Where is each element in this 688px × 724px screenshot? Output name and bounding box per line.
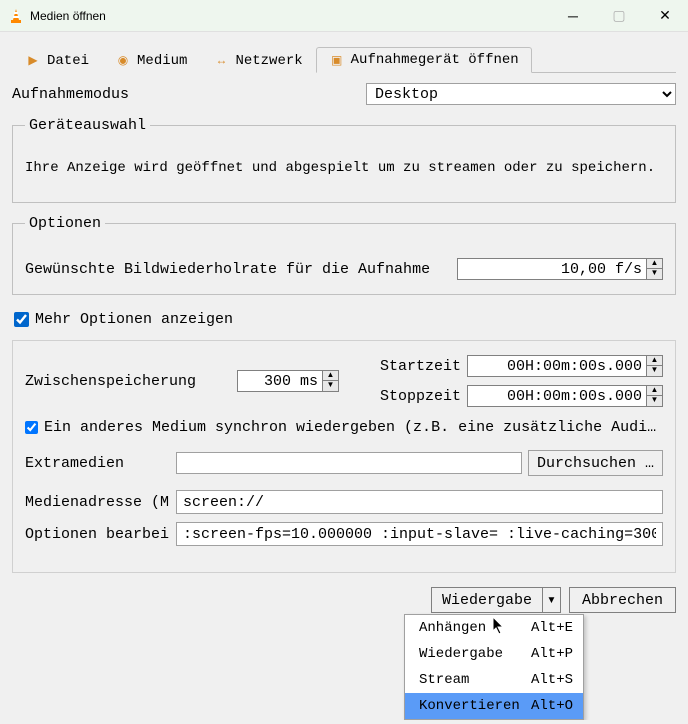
- start-time-label: Startzeit: [380, 358, 461, 375]
- tab-label: Aufnahmegerät öffnen: [351, 52, 519, 68]
- dropdown-item-convert[interactable]: KonvertierenAlt+O: [405, 693, 583, 719]
- tab-label: Medium: [137, 53, 187, 69]
- file-icon: ▶: [25, 53, 41, 69]
- sync-play-checkbox[interactable]: [25, 421, 38, 434]
- extra-media-label: Extramedien: [25, 455, 170, 472]
- play-dropdown-menu: AnhängenAlt+E WiedergabeAlt+P StreamAlt+…: [404, 614, 584, 720]
- fps-spinner[interactable]: ▲▼: [647, 258, 663, 280]
- tab-network[interactable]: ↔ Netzwerk: [200, 47, 315, 73]
- cursor-icon: [493, 617, 507, 635]
- show-more-options-label: Mehr Optionen anzeigen: [35, 311, 233, 328]
- stop-time-input[interactable]: [467, 385, 647, 407]
- close-button[interactable]: ✕: [642, 0, 688, 32]
- caching-label: Zwischenspeicherung: [25, 373, 196, 390]
- dropdown-item-stream[interactable]: StreamAlt+S: [405, 667, 583, 693]
- edit-options-input[interactable]: [176, 522, 663, 546]
- start-time-input[interactable]: [467, 355, 647, 377]
- stop-time-label: Stoppzeit: [380, 388, 461, 405]
- fps-label: Gewünschte Bildwiederholrate für die Auf…: [25, 261, 430, 278]
- capture-mode-label: Aufnahmemodus: [12, 86, 129, 103]
- mrl-label: Medienadresse (MRL): [25, 494, 170, 511]
- edit-options-label: Optionen bearbeiten: [25, 526, 170, 543]
- show-more-options-checkbox[interactable]: [14, 312, 29, 327]
- device-info-text: Ihre Anzeige wird geöffnet und abgespiel…: [25, 134, 663, 188]
- minimize-button[interactable]: ─: [550, 0, 596, 32]
- play-button-label: Wiedergabe: [432, 592, 542, 609]
- device-selection-group: Geräteauswahl Ihre Anzeige wird geöffnet…: [12, 117, 676, 203]
- extra-media-input[interactable]: [176, 452, 522, 474]
- vlc-icon: [8, 8, 24, 24]
- mrl-input[interactable]: [176, 490, 663, 514]
- fps-input[interactable]: [457, 258, 647, 280]
- window-title: Medien öffnen: [30, 9, 106, 23]
- capture-icon: ▣: [329, 52, 345, 68]
- sync-play-label: Ein anderes Medium synchron wiedergeben …: [44, 419, 663, 436]
- titlebar: Medien öffnen ─ ▢ ✕: [0, 0, 688, 32]
- play-split-button[interactable]: Wiedergabe ▼: [431, 587, 561, 613]
- network-icon: ↔: [213, 53, 229, 69]
- device-selection-legend: Geräteauswahl: [25, 117, 150, 134]
- tab-bar: ▶ Datei ◉ Medium ↔ Netzwerk ▣ Aufnahmege…: [12, 46, 676, 73]
- caching-input[interactable]: [237, 370, 323, 392]
- dropdown-item-play[interactable]: WiedergabeAlt+P: [405, 641, 583, 667]
- window-controls: ─ ▢ ✕: [550, 0, 688, 32]
- capture-options-group: Optionen Gewünschte Bildwiederholrate fü…: [12, 215, 676, 295]
- browse-button[interactable]: Durchsuchen …: [528, 450, 663, 476]
- maximize-button[interactable]: ▢: [596, 0, 642, 32]
- capture-mode-select[interactable]: Desktop: [366, 83, 676, 105]
- more-options-panel: Zwischenspeicherung ▲▼ Startzeit ▲▼ Stop…: [12, 340, 676, 573]
- caching-spinner[interactable]: ▲▼: [323, 370, 339, 392]
- tab-label: Datei: [47, 53, 89, 69]
- tab-capture-device[interactable]: ▣ Aufnahmegerät öffnen: [316, 47, 532, 73]
- play-dropdown-arrow[interactable]: ▼: [542, 588, 560, 612]
- tab-label: Netzwerk: [235, 53, 302, 69]
- stop-time-spinner[interactable]: ▲▼: [647, 385, 663, 407]
- disc-icon: ◉: [115, 53, 131, 69]
- tab-disc[interactable]: ◉ Medium: [102, 47, 200, 73]
- tab-file[interactable]: ▶ Datei: [12, 47, 102, 73]
- cancel-button[interactable]: Abbrechen: [569, 587, 676, 613]
- capture-options-legend: Optionen: [25, 215, 105, 232]
- start-time-spinner[interactable]: ▲▼: [647, 355, 663, 377]
